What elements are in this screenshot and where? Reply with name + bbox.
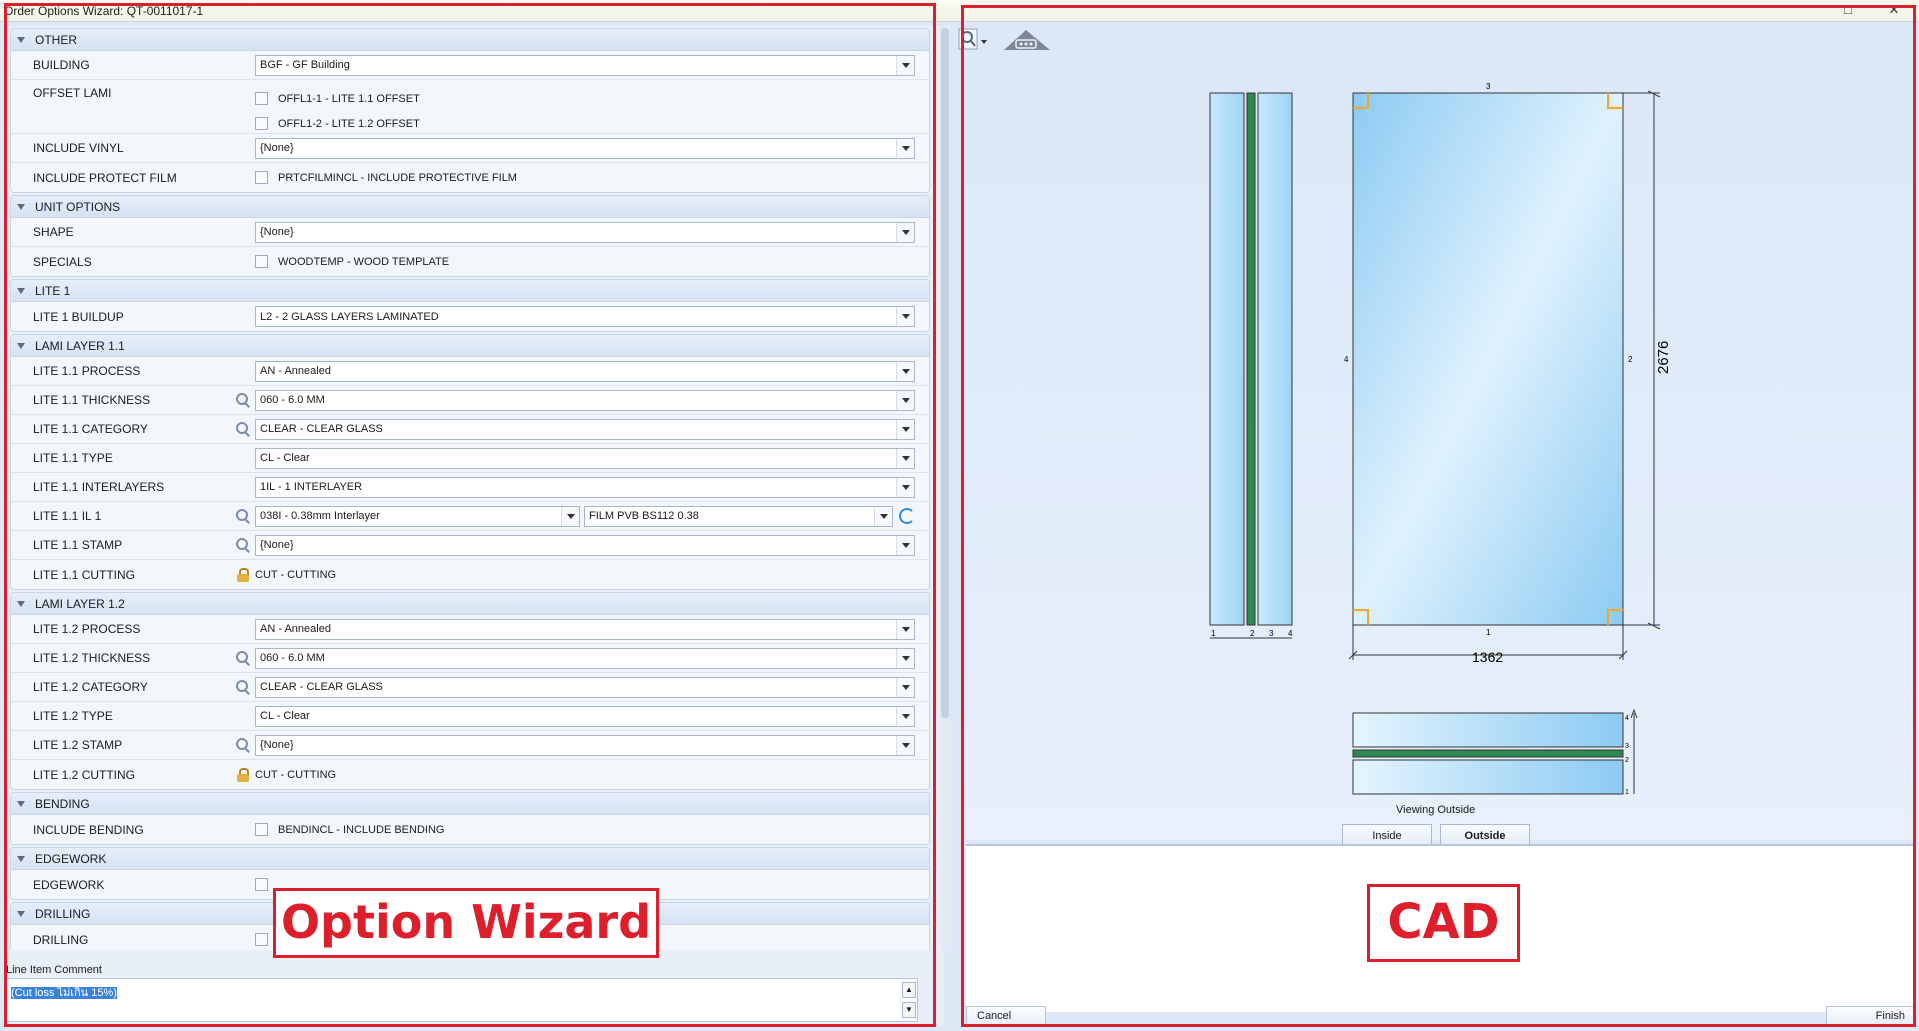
cad-callout: CAD — [1367, 884, 1520, 962]
scrollbar-thumb[interactable] — [941, 28, 949, 718]
cad-highlight — [961, 5, 1916, 1027]
wizard-scrollbar[interactable] — [940, 26, 950, 950]
option-wizard-callout: Option Wizard — [273, 888, 659, 958]
option-wizard-highlight — [4, 3, 936, 1027]
